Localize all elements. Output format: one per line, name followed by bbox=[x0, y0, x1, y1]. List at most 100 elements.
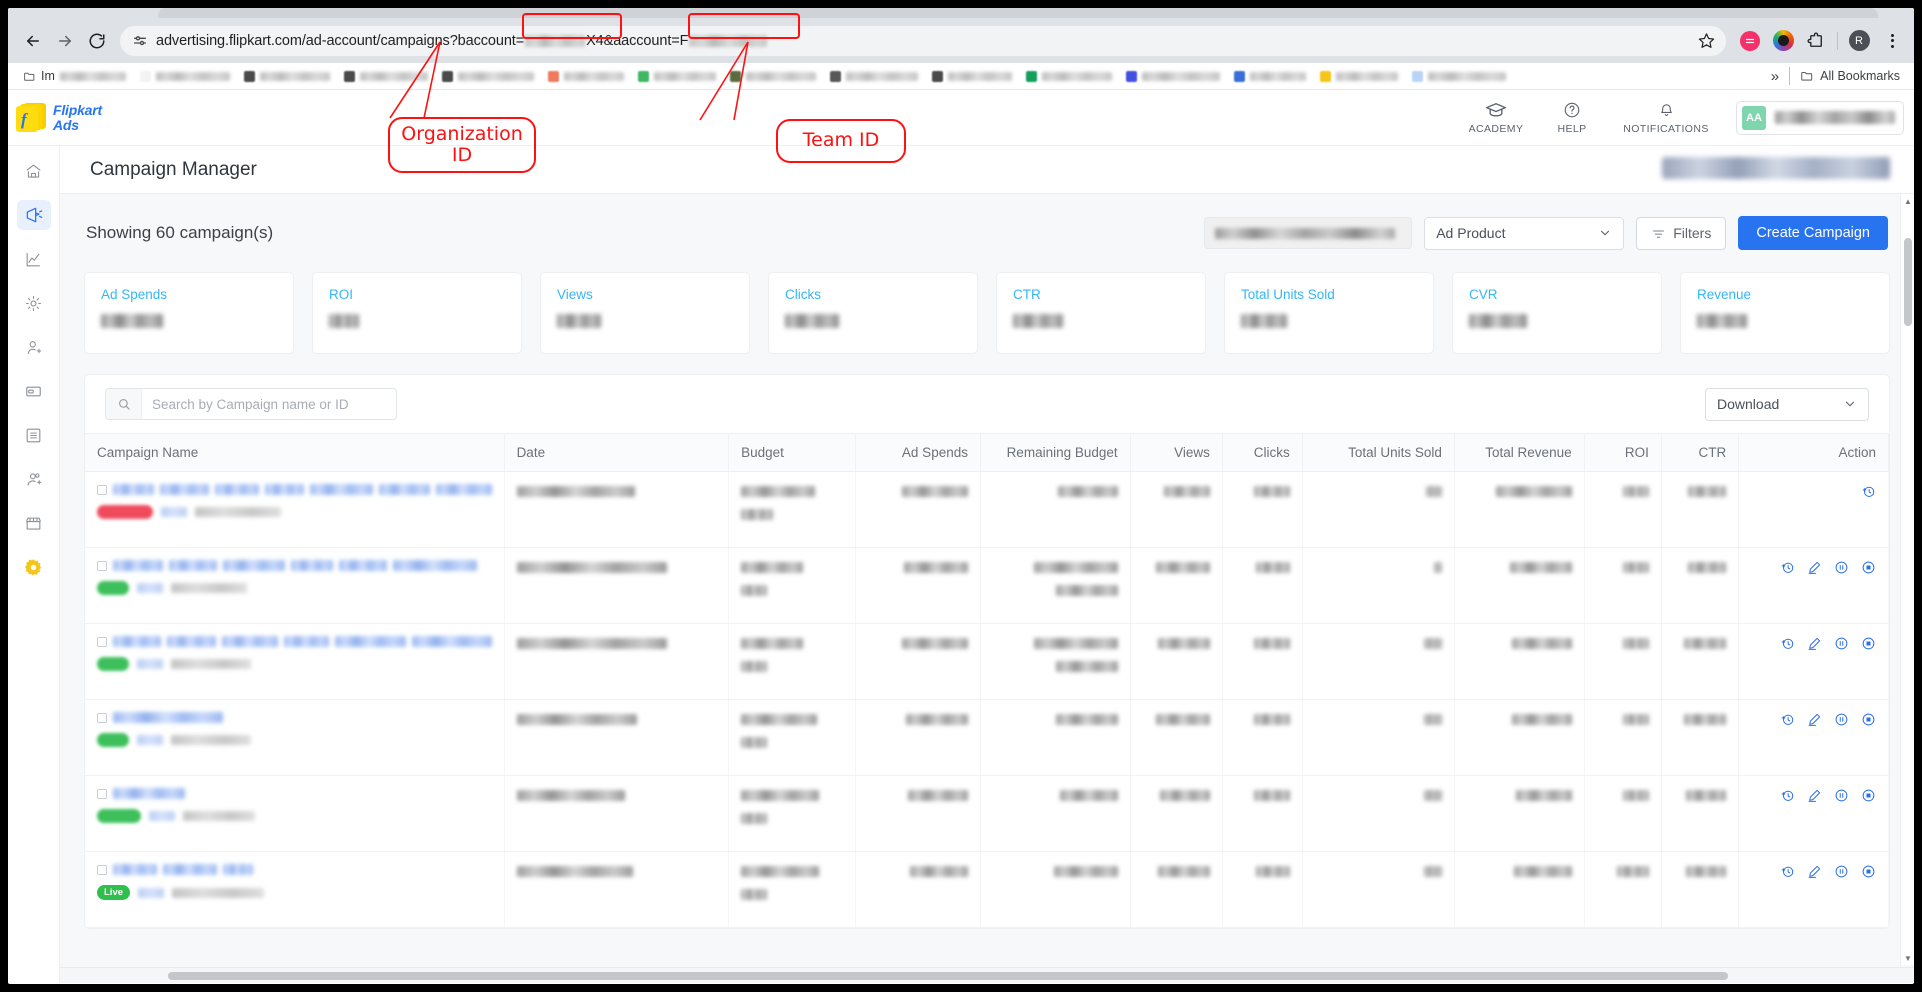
history-action-icon[interactable] bbox=[1780, 712, 1795, 727]
notifications-button[interactable]: NOTIFICATIONS bbox=[1610, 101, 1722, 135]
account-name-chip[interactable] bbox=[1662, 157, 1890, 179]
search-box[interactable] bbox=[105, 388, 397, 420]
cell-campaign-name[interactable] bbox=[85, 775, 505, 852]
column-header-total-revenue[interactable]: Total Revenue bbox=[1454, 433, 1585, 472]
help-button[interactable]: HELP bbox=[1534, 101, 1610, 135]
bookmark-item[interactable] bbox=[337, 65, 435, 87]
campaign-name-text[interactable] bbox=[113, 712, 223, 723]
campaign-name-text[interactable] bbox=[113, 788, 185, 799]
row-checkbox[interactable] bbox=[97, 636, 107, 647]
history-action-icon[interactable] bbox=[1780, 788, 1795, 803]
create-campaign-button[interactable]: Create Campaign bbox=[1738, 216, 1888, 250]
download-select[interactable]: Download bbox=[1705, 387, 1869, 421]
column-header-remaining-budget[interactable]: Remaining Budget bbox=[980, 433, 1131, 472]
all-bookmarks-button[interactable]: All Bookmarks bbox=[1800, 69, 1900, 83]
row-checkbox[interactable] bbox=[97, 712, 107, 723]
bookmark-star-icon[interactable] bbox=[1692, 27, 1720, 55]
stop-action-icon[interactable] bbox=[1861, 636, 1876, 651]
user-account-chip[interactable]: AA bbox=[1736, 100, 1904, 135]
extensions-puzzle-icon[interactable] bbox=[1804, 29, 1828, 53]
horizontal-scrollbar[interactable] bbox=[60, 967, 1914, 983]
bookmark-item[interactable] bbox=[1227, 65, 1313, 87]
pause-action-icon[interactable] bbox=[1834, 864, 1849, 879]
stop-action-icon[interactable] bbox=[1861, 712, 1876, 727]
stop-action-icon[interactable] bbox=[1861, 560, 1876, 575]
cell-action[interactable] bbox=[1738, 775, 1889, 852]
ad-product-select[interactable]: Ad Product bbox=[1424, 216, 1625, 250]
campaign-name-text[interactable] bbox=[169, 560, 217, 571]
sidebar-item-home[interactable] bbox=[17, 156, 51, 186]
address-bar[interactable]: advertising.flipkart.com/ad-account/camp… bbox=[120, 25, 1726, 56]
stop-action-icon[interactable] bbox=[1861, 864, 1876, 879]
campaign-name-text[interactable] bbox=[214, 484, 259, 495]
column-header-views[interactable]: Views bbox=[1130, 433, 1223, 472]
reload-icon[interactable] bbox=[82, 26, 112, 56]
campaign-name-text[interactable] bbox=[393, 560, 477, 571]
filters-button[interactable]: Filters bbox=[1636, 216, 1727, 250]
forward-arrow-icon[interactable] bbox=[50, 26, 80, 56]
column-header-total-units-sold[interactable]: Total Units Sold bbox=[1302, 433, 1455, 472]
sidebar-item-targeting[interactable] bbox=[17, 288, 51, 318]
bookmark-item[interactable] bbox=[723, 65, 823, 87]
cell-campaign-name[interactable]: Live bbox=[85, 851, 505, 928]
sidebar-item-campaigns[interactable] bbox=[16, 200, 51, 230]
cell-campaign-name[interactable] bbox=[85, 623, 505, 700]
table-row[interactable]: Live bbox=[85, 851, 1889, 928]
bookmark-item[interactable] bbox=[541, 65, 631, 87]
cell-action[interactable] bbox=[1738, 699, 1889, 776]
history-action-icon[interactable] bbox=[1780, 864, 1795, 879]
edit-action-icon[interactable] bbox=[1807, 712, 1822, 727]
table-row[interactable] bbox=[85, 623, 1889, 700]
history-action-icon[interactable] bbox=[1861, 484, 1876, 499]
campaign-name-text[interactable] bbox=[113, 560, 163, 571]
campaign-name-text[interactable] bbox=[163, 864, 217, 875]
site-settings-icon[interactable] bbox=[128, 29, 152, 53]
bookmark-item[interactable] bbox=[1119, 65, 1227, 87]
cell-action[interactable] bbox=[1738, 623, 1889, 700]
cell-action[interactable] bbox=[1738, 851, 1889, 928]
campaign-name-text[interactable] bbox=[335, 636, 407, 647]
campaign-name-text[interactable] bbox=[223, 560, 285, 571]
column-header-campaign-name[interactable]: Campaign Name bbox=[85, 433, 505, 472]
sidebar-item-settings[interactable] bbox=[17, 552, 51, 582]
cell-campaign-name[interactable] bbox=[85, 547, 505, 624]
row-checkbox[interactable] bbox=[97, 788, 107, 799]
table-row[interactable] bbox=[85, 775, 1889, 852]
campaign-name-text[interactable] bbox=[113, 636, 161, 647]
bookmark-item[interactable] bbox=[133, 65, 237, 87]
scroll-down-arrow[interactable]: ▼ bbox=[1901, 951, 1914, 965]
campaign-name-text[interactable] bbox=[339, 560, 387, 571]
cell-campaign-name[interactable] bbox=[85, 699, 505, 776]
flipkart-ads-logo[interactable]: f Flipkart Ads bbox=[8, 102, 102, 133]
column-header-roi[interactable]: ROI bbox=[1584, 433, 1662, 472]
vertical-scroll-thumb[interactable] bbox=[1904, 238, 1912, 326]
column-header-action[interactable]: Action bbox=[1738, 433, 1889, 472]
sidebar-item-store[interactable] bbox=[17, 508, 51, 538]
horizontal-scroll-thumb[interactable] bbox=[168, 972, 1728, 980]
sidebar-item-add-user[interactable] bbox=[17, 332, 51, 362]
bookmark-item[interactable] bbox=[237, 65, 337, 87]
campaign-name-text[interactable] bbox=[166, 636, 217, 647]
vertical-scrollbar[interactable]: ▲ ▼ bbox=[1900, 194, 1914, 965]
bookmark-item[interactable] bbox=[1019, 65, 1119, 87]
bookmark-item[interactable] bbox=[435, 65, 541, 87]
sidebar-item-catalog[interactable] bbox=[17, 420, 51, 450]
edit-action-icon[interactable] bbox=[1807, 560, 1822, 575]
row-checkbox[interactable] bbox=[97, 560, 107, 571]
column-header-ctr[interactable]: CTR bbox=[1661, 433, 1740, 472]
pause-action-icon[interactable] bbox=[1834, 788, 1849, 803]
stop-action-icon[interactable] bbox=[1861, 788, 1876, 803]
academy-button[interactable]: ACADEMY bbox=[1458, 101, 1534, 135]
table-row[interactable] bbox=[85, 699, 1889, 776]
bookmark-item[interactable] bbox=[925, 65, 1019, 87]
cell-campaign-name[interactable] bbox=[85, 471, 505, 548]
bookmarks-overflow-icon[interactable]: » bbox=[1771, 68, 1779, 85]
extension-pink-icon[interactable] bbox=[1738, 29, 1762, 53]
history-action-icon[interactable] bbox=[1780, 636, 1795, 651]
bookmark-item[interactable] bbox=[1313, 65, 1405, 87]
campaign-name-text[interactable] bbox=[412, 636, 492, 647]
campaign-name-text[interactable] bbox=[113, 864, 157, 875]
campaign-name-text[interactable] bbox=[264, 484, 304, 495]
cell-action[interactable] bbox=[1738, 471, 1889, 548]
campaign-name-text[interactable] bbox=[379, 484, 431, 495]
